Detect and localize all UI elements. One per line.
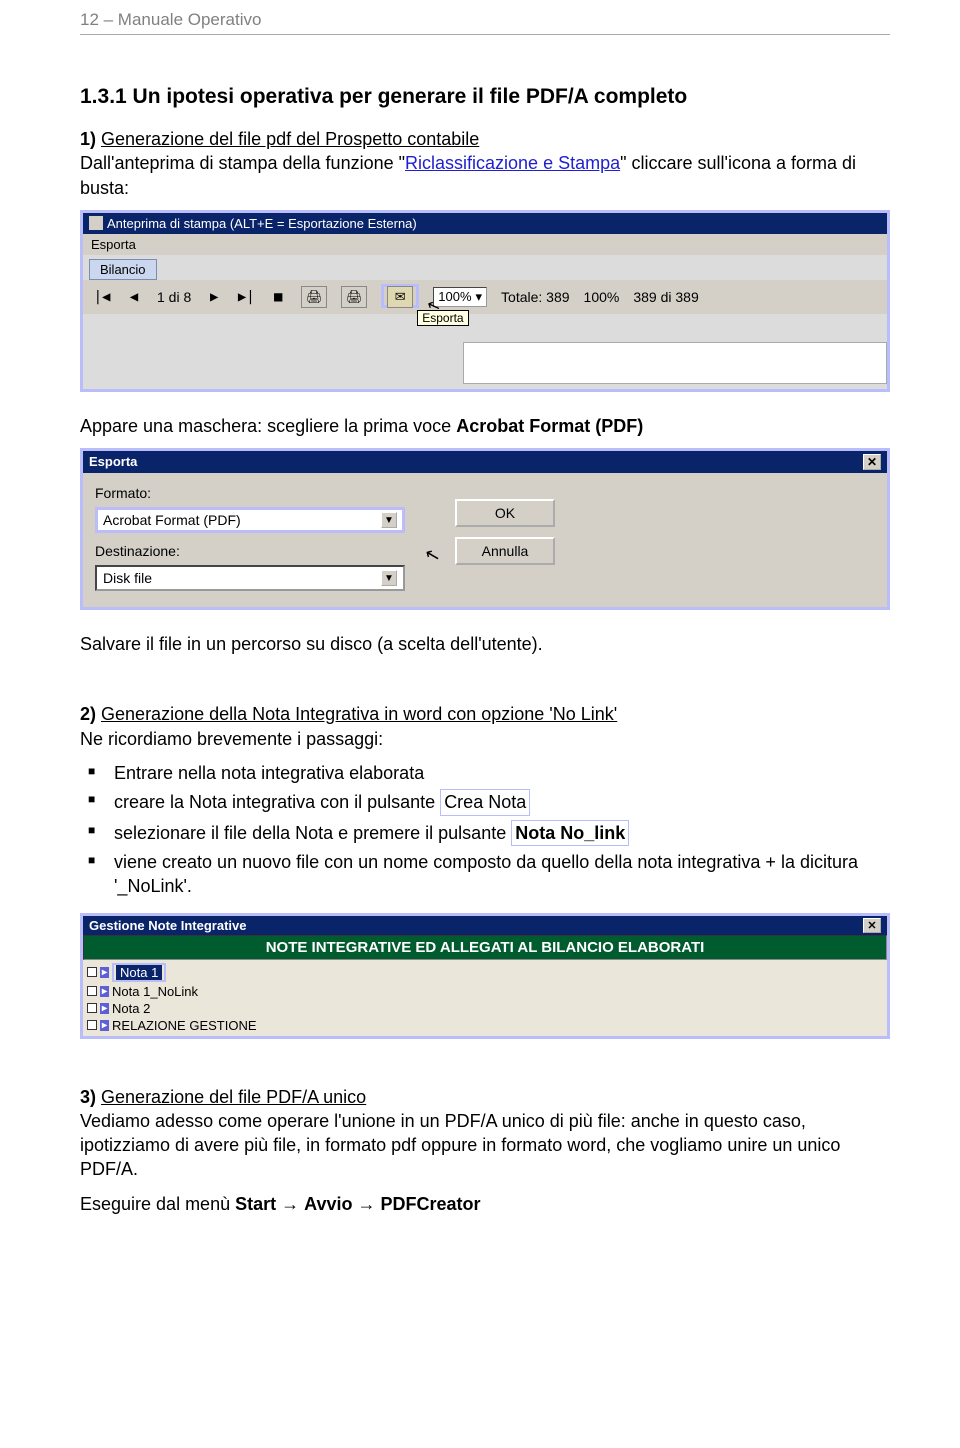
close-icon[interactable]: ✕ (863, 918, 881, 933)
step1-number: 1) (80, 129, 96, 149)
bullet-1: Entrare nella nota integrativa elaborata (114, 761, 890, 785)
window-icon (89, 216, 103, 230)
item-label: Nota 1 (116, 965, 162, 980)
annulla-button[interactable]: Annulla (455, 537, 555, 565)
label-destinazione: Destinazione: (95, 543, 425, 559)
nota-nolink-box: Nota No_link (511, 820, 629, 846)
ratio-label: 389 di 389 (633, 289, 698, 305)
step3-number: 3) (80, 1087, 96, 1107)
export-envelope-icon[interactable]: ✉ (387, 286, 413, 308)
page-counter: 1 di 8 (157, 289, 191, 305)
nav-next-icon[interactable]: ▶ (205, 288, 223, 306)
step3-text: Vediamo adesso come operare l'unione in … (80, 1111, 840, 1180)
zoom-value: 100% (438, 289, 471, 304)
dialog-title: Esporta (89, 454, 137, 470)
step2-paragraph: 2) Generazione della Nota Integrativa in… (80, 702, 890, 751)
ok-button[interactable]: OK (455, 499, 555, 527)
dropdown-icon[interactable]: ▼ (381, 512, 397, 528)
step3-paragraph: 3) Generazione del file PDF/A unico Vedi… (80, 1085, 890, 1182)
header-divider (80, 34, 890, 35)
close-icon[interactable]: ✕ (863, 454, 881, 470)
page-header: 12 – Manuale Operativo (80, 0, 890, 34)
screenshot-anteprima-stampa: Anteprima di stampa (ALT+E = Esportazion… (80, 210, 890, 392)
step1-paragraph: 1) Generazione del file pdf del Prospett… (80, 127, 890, 200)
print-setup-icon[interactable]: 🖨 (341, 286, 367, 308)
menu-esporta[interactable]: Esporta (83, 234, 887, 255)
nav-prev-icon[interactable]: ◀ (125, 288, 143, 306)
item-label: RELAZIONE GESTIONE (112, 1018, 256, 1033)
export-icon-highlight: ✉ (381, 284, 419, 308)
step1-title: Generazione del file pdf del Prospetto c… (101, 129, 479, 149)
text-after-ss1: Appare una maschera: scegliere la prima … (80, 414, 890, 438)
screenshot-esporta-dialog: Esporta ✕ ↖ Formato: Acrobat Format (PDF… (80, 448, 890, 610)
step1-text-pre: Dall'anteprima di stampa della funzione … (80, 153, 405, 173)
screenshot-gestione-note: Gestione Note Integrative ✕ NOTE INTEGRA… (80, 913, 890, 1039)
bullet-3: selezionare il file della Nota e premere… (114, 820, 890, 846)
list-item[interactable]: ▸ Nota 2 (87, 1000, 883, 1017)
riclassificazione-link[interactable]: Riclassificazione e Stampa (405, 153, 620, 173)
label-formato: Formato: (95, 485, 425, 501)
section-title: 1.3.1 Un ipotesi operativa per generare … (80, 85, 890, 109)
export-tooltip: Esporta (417, 310, 468, 326)
step3-title: Generazione del file PDF/A unico (101, 1087, 366, 1107)
bullet-4: viene creato un nuovo file con un nome c… (114, 850, 890, 899)
checkbox-icon[interactable] (87, 967, 97, 977)
banner-title: NOTE INTEGRATIVE ED ALLEGATI AL BILANCIO… (83, 935, 887, 960)
item-label: Nota 1_NoLink (112, 984, 198, 999)
checkbox-icon[interactable] (87, 1020, 97, 1030)
bullet-2: creare la Nota integrativa con il pulsan… (114, 789, 890, 815)
dropdown-icon[interactable]: ▼ (381, 570, 397, 586)
crea-nota-box: Crea Nota (440, 789, 530, 815)
combo-destinazione[interactable]: Disk file ▼ (95, 565, 405, 591)
folder-icon: ▸ (100, 1003, 109, 1014)
step2-title: Generazione della Nota Integrativa in wo… (101, 704, 617, 724)
totale-label: Totale: 389 (501, 289, 570, 305)
acrobat-format-bold: Acrobat Format (PDF) (456, 416, 643, 436)
preview-area (463, 342, 887, 384)
nav-last-icon[interactable]: ▶| (237, 288, 255, 306)
dropdown-icon: ▾ (476, 289, 483, 305)
text-after-ss2: Salvare il file in un percorso su disco … (80, 632, 890, 656)
pct-label: 100% (584, 289, 620, 305)
nav-first-icon[interactable]: |◀ (93, 288, 111, 306)
list-item[interactable]: ▸ Nota 1_NoLink (87, 983, 883, 1000)
zoom-combo[interactable]: 100% ▾ (433, 287, 487, 307)
combo-formato-value: Acrobat Format (PDF) (103, 512, 241, 528)
step2-sub: Ne ricordiamo brevemente i passaggi: (80, 729, 383, 749)
step3-footer: Eseguire dal menù Start → Avvio → PDFCre… (80, 1192, 890, 1216)
checkbox-icon[interactable] (87, 1003, 97, 1013)
combo-dest-value: Disk file (103, 570, 152, 586)
step2-number: 2) (80, 704, 96, 724)
stop-icon: ■ (269, 288, 287, 306)
print-icon[interactable]: 🖨 (301, 286, 327, 308)
item-label: Nota 2 (112, 1001, 150, 1016)
tab-bilancio[interactable]: Bilancio (89, 259, 157, 280)
window-title: Gestione Note Integrative (89, 918, 246, 933)
folder-icon: ▸ (100, 967, 109, 978)
window-title: Anteprima di stampa (ALT+E = Esportazion… (107, 216, 417, 231)
list-item[interactable]: ▸ RELAZIONE GESTIONE (87, 1017, 883, 1034)
folder-icon: ▸ (100, 986, 109, 997)
combo-formato[interactable]: Acrobat Format (PDF) ▼ (95, 507, 405, 533)
checkbox-icon[interactable] (87, 986, 97, 996)
folder-icon: ▸ (100, 1020, 109, 1031)
list-item[interactable]: ▸ Nota 1 (87, 962, 883, 983)
